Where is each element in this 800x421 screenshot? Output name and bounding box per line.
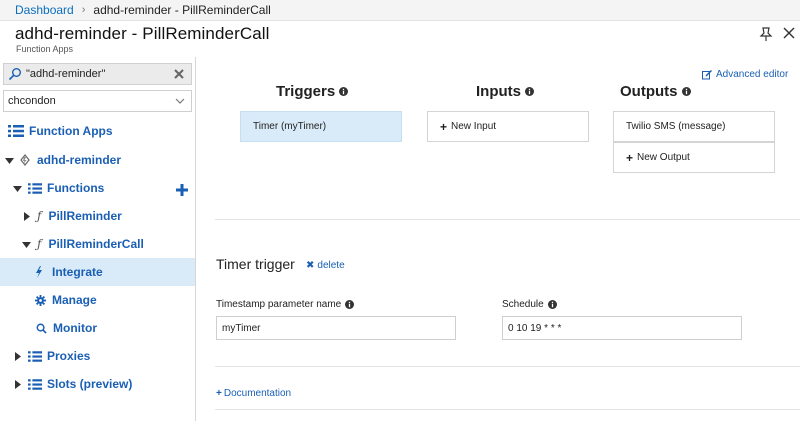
timestamp-param-input[interactable] xyxy=(216,316,456,340)
trigger-binding-timer[interactable]: Timer (myTimer) xyxy=(240,111,402,142)
sidebar-item-slots[interactable]: Slots (preview) xyxy=(0,370,195,398)
new-input-label: New Input xyxy=(451,121,497,132)
breadcrumb-separator-icon: › xyxy=(81,4,86,16)
new-input-button[interactable]: + New Input xyxy=(427,111,589,142)
sidebar-item-proxies[interactable]: Proxies xyxy=(0,342,195,370)
function-app-icon xyxy=(20,154,30,166)
new-output-button[interactable]: + New Output xyxy=(613,142,775,173)
outputs-header: Outputs xyxy=(620,83,691,100)
advanced-editor-link[interactable]: Advanced editor xyxy=(702,69,788,80)
trigger-section-title: Timer trigger xyxy=(216,256,295,272)
plus-icon: + xyxy=(440,119,448,134)
sidebar-item-pillreminder[interactable]: ƒ PillReminder xyxy=(0,202,195,230)
sidebar-item-label: Monitor xyxy=(53,321,97,335)
sidebar-item-label: adhd-reminder xyxy=(37,153,122,167)
outputs-header-label: Outputs xyxy=(620,83,678,100)
clear-search-icon[interactable] xyxy=(172,67,186,81)
delete-label: delete xyxy=(317,260,345,271)
divider xyxy=(215,366,800,367)
sidebar-item-function-apps[interactable]: Function Apps xyxy=(0,117,195,145)
function-icon: ƒ xyxy=(37,209,42,223)
inputs-header: Inputs xyxy=(476,83,534,100)
sidebar-item-label: PillReminderCall xyxy=(48,237,144,251)
subscription-value: chcondon xyxy=(8,95,56,107)
list-icon xyxy=(8,125,24,137)
triggers-header: Triggers xyxy=(276,83,349,100)
close-icon[interactable] xyxy=(782,26,796,40)
sidebar-item-monitor[interactable]: Monitor xyxy=(0,314,195,342)
sidebar-item-label: Function Apps xyxy=(29,124,113,138)
caret-down-icon[interactable] xyxy=(5,156,14,165)
schedule-label-text: Schedule xyxy=(502,299,544,310)
sidebar-item-functions[interactable]: Functions xyxy=(0,174,195,202)
info-icon[interactable] xyxy=(547,300,557,309)
trigger-binding-label: Timer (myTimer) xyxy=(253,121,327,132)
documentation-link[interactable]: + Documentation xyxy=(216,388,291,399)
sidebar-item-label: Proxies xyxy=(47,349,91,363)
lightning-icon xyxy=(36,266,42,278)
function-icon: ƒ xyxy=(37,237,42,251)
plus-icon: + xyxy=(626,150,634,165)
subscription-select[interactable]: chcondon xyxy=(3,90,192,112)
advanced-editor-label: Advanced editor xyxy=(716,69,789,80)
caret-right-icon[interactable] xyxy=(22,211,31,221)
breadcrumb-current: adhd-reminder - PillReminderCall xyxy=(93,3,271,17)
sidebar-item-label: Slots (preview) xyxy=(47,377,133,391)
sidebar-item-manage[interactable]: Manage xyxy=(0,286,195,314)
sidebar-item-pillremindercall[interactable]: ƒ PillReminderCall xyxy=(0,230,195,258)
close-icon: ✖ xyxy=(306,260,315,271)
list-icon xyxy=(28,378,42,390)
breadcrumb-dashboard-link[interactable]: Dashboard xyxy=(15,3,74,17)
documentation-label: Documentation xyxy=(223,388,292,399)
caret-down-icon[interactable] xyxy=(22,240,31,249)
search-box xyxy=(3,63,192,85)
sidebar-item-adhd-reminder[interactable]: adhd-reminder xyxy=(0,146,195,174)
info-icon[interactable] xyxy=(681,87,691,96)
search-input[interactable] xyxy=(26,68,176,80)
edit-icon xyxy=(702,69,712,79)
page-title: adhd-reminder - PillReminderCall xyxy=(15,24,270,43)
delete-trigger-link[interactable]: ✖ delete xyxy=(306,260,345,271)
sidebar: chcondon Function Apps adhd-reminder xyxy=(0,57,196,421)
info-icon[interactable] xyxy=(525,87,534,96)
caret-down-icon[interactable] xyxy=(13,184,22,193)
sidebar-item-integrate[interactable]: Integrate xyxy=(0,258,195,286)
sidebar-item-label: PillReminder xyxy=(48,209,122,223)
sidebar-item-label: Manage xyxy=(52,293,97,307)
list-icon xyxy=(28,350,42,362)
page-subtitle: Function Apps xyxy=(16,44,74,54)
search-icon xyxy=(36,323,47,334)
pin-icon[interactable] xyxy=(759,26,773,42)
triggers-header-label: Triggers xyxy=(276,83,336,100)
caret-right-icon[interactable] xyxy=(13,351,22,361)
list-icon xyxy=(28,182,42,194)
output-binding-label: Twilio SMS (message) xyxy=(626,121,726,132)
inputs-header-label: Inputs xyxy=(476,83,521,100)
search-icon xyxy=(8,68,21,81)
divider xyxy=(215,219,800,220)
info-icon[interactable] xyxy=(345,300,355,309)
timestamp-param-label-text: Timestamp parameter name xyxy=(216,299,342,310)
schedule-input[interactable] xyxy=(502,316,742,340)
blade-header: adhd-reminder - PillReminderCall Functio… xyxy=(0,21,800,57)
timestamp-param-label: Timestamp parameter name xyxy=(216,299,355,310)
divider xyxy=(215,409,800,410)
breadcrumb: Dashboard › adhd-reminder - PillReminder… xyxy=(0,0,800,21)
schedule-label: Schedule xyxy=(502,299,557,310)
plus-icon: + xyxy=(216,388,222,399)
sidebar-item-label: Integrate xyxy=(52,265,103,279)
info-icon[interactable] xyxy=(339,87,349,96)
gear-icon xyxy=(35,294,46,306)
caret-right-icon[interactable] xyxy=(13,379,22,389)
add-function-icon[interactable] xyxy=(176,184,188,196)
chevron-down-icon xyxy=(175,98,185,104)
output-binding-twilio[interactable]: Twilio SMS (message) xyxy=(613,111,775,142)
sidebar-item-label: Functions xyxy=(47,181,105,195)
new-output-label: New Output xyxy=(637,152,690,163)
main-content: Advanced editor Triggers Inputs Outputs … xyxy=(197,57,800,421)
